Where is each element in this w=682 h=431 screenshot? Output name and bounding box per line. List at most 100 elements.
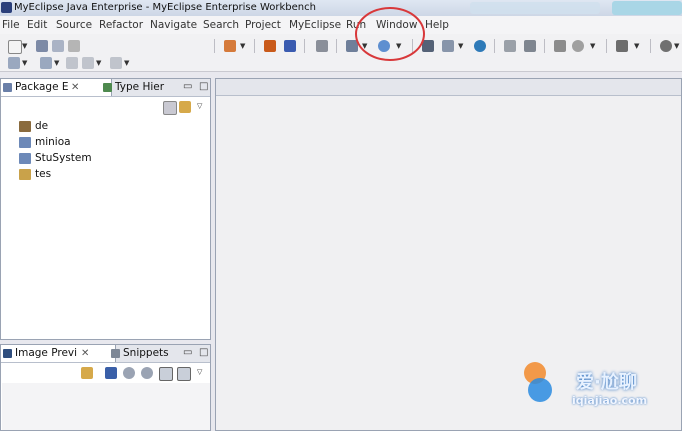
search-web-icon[interactable] (572, 40, 584, 52)
tab-label: Package E (15, 81, 69, 93)
type-hierarchy-icon (103, 83, 112, 92)
tree-item[interactable]: tes (19, 168, 51, 182)
toolbar-separator (254, 39, 255, 53)
menu-myeclipse[interactable]: MyEclipse (289, 19, 341, 31)
image-icon[interactable] (105, 367, 117, 379)
globe-icon[interactable] (474, 40, 486, 52)
forward-arrow-icon[interactable] (110, 57, 122, 69)
package-panel-tabbar: Package E ✕ Type Hier ▭ □ (1, 79, 210, 97)
tree-item-label: tes (35, 168, 52, 180)
new-class-dropdown-icon[interactable]: ▼ (458, 42, 463, 50)
tree-item-label: de (35, 120, 49, 132)
save-icon[interactable] (36, 40, 48, 52)
menu-help[interactable]: Help (425, 19, 449, 31)
build-icon[interactable] (316, 40, 328, 52)
image-preview-content (2, 383, 210, 430)
title-bar: MyEclipse Java Enterprise - MyEclipse En… (0, 0, 682, 16)
minimize-icon[interactable]: ▭ (183, 81, 192, 92)
next-annotation-icon[interactable] (8, 57, 20, 69)
editor-tabbar (216, 79, 681, 96)
zoom-in-icon[interactable] (141, 367, 153, 379)
menu-source[interactable]: Source (56, 19, 92, 31)
close-icon[interactable]: ✕ (81, 345, 89, 362)
menu-file[interactable]: File (2, 19, 20, 31)
menu-edit[interactable]: Edit (27, 19, 47, 31)
tree-item[interactable]: minioa (19, 136, 71, 150)
open-task-icon[interactable] (524, 40, 536, 52)
search-icon[interactable] (554, 40, 566, 52)
watermark-site: iqiajiao.com (572, 394, 648, 407)
next-annotation-dropdown-icon[interactable]: ▼ (22, 59, 27, 67)
view-menu-icon[interactable]: ▽ (197, 102, 202, 110)
prev-annotation-icon[interactable] (40, 57, 52, 69)
watermark: 爱·尬聊 iqiajiao.com (520, 352, 682, 431)
myeclipse-app-icon (1, 2, 12, 13)
link-editor-icon[interactable] (179, 101, 191, 113)
minimize-icon[interactable]: ▭ (183, 347, 192, 358)
new-class-icon[interactable] (442, 40, 454, 52)
snippets-icon (111, 349, 120, 358)
collapse-all-icon[interactable] (163, 101, 177, 115)
search-dropdown-icon[interactable]: ▼ (590, 42, 595, 50)
toolbar-separator (494, 39, 495, 53)
tab-type-hierarchy[interactable]: Type Hier (101, 79, 185, 96)
menu-project[interactable]: Project (245, 19, 281, 31)
menu-search[interactable]: Search (203, 19, 239, 31)
toolbar-separator (544, 39, 545, 53)
watermark-bird-icon (528, 378, 552, 402)
tree-item[interactable]: StuSystem (19, 152, 92, 166)
open-type-icon[interactable] (504, 40, 516, 52)
open-perspective-icon[interactable] (616, 40, 628, 52)
save-all-icon[interactable] (52, 40, 64, 52)
fit-icon[interactable] (177, 367, 191, 381)
toolbar-separator (214, 39, 215, 53)
new-project-icon[interactable] (422, 40, 434, 52)
image-panel-tabbar: Image Previ ✕ Snippets ▭ □ (1, 345, 210, 363)
toolbar-separator (650, 39, 651, 53)
link-icon[interactable] (81, 367, 93, 379)
highlight-circle (355, 7, 425, 61)
perspective-dropdown-icon[interactable]: ▼ (634, 42, 639, 50)
close-icon[interactable]: ✕ (71, 79, 79, 96)
package-explorer-panel: Package E ✕ Type Hier ▭ □ ▽ de minioa St… (0, 78, 211, 340)
maximize-icon[interactable]: □ (199, 347, 208, 358)
tree-item[interactable]: de (19, 120, 48, 134)
maximize-icon[interactable]: □ (199, 81, 208, 92)
db-icon[interactable] (284, 40, 296, 52)
menu-refactor[interactable]: Refactor (99, 19, 143, 31)
prev-annotation-dropdown-icon[interactable]: ▼ (54, 59, 59, 67)
menu-navigate[interactable]: Navigate (150, 19, 197, 31)
forward-dropdown-icon[interactable]: ▼ (124, 59, 129, 67)
folder-icon (19, 136, 31, 148)
folder-icon (19, 152, 31, 164)
tab-package-explorer[interactable]: Package E ✕ (1, 79, 112, 96)
image-preview-panel: Image Previ ✕ Snippets ▭ □ ▽ (0, 344, 211, 431)
print-icon[interactable] (68, 40, 80, 52)
new-dropdown-icon[interactable]: ▼ (22, 42, 27, 50)
gear-icon[interactable] (660, 40, 672, 52)
blurred-tab-area (470, 2, 600, 14)
deploy-dropdown-icon[interactable]: ▼ (240, 42, 245, 50)
tab-label: Type Hier (115, 81, 165, 93)
tab-snippets[interactable]: Snippets (109, 345, 185, 362)
tab-label: Image Previ (15, 347, 78, 359)
last-edit-icon[interactable] (66, 57, 78, 69)
back-arrow-icon[interactable] (82, 57, 94, 69)
tab-image-preview[interactable]: Image Previ ✕ (1, 345, 116, 362)
zoom-out-icon[interactable] (123, 367, 135, 379)
package-explorer-icon (3, 83, 12, 92)
server-icon[interactable] (264, 40, 276, 52)
window-title: MyEclipse Java Enterprise - MyEclipse En… (14, 2, 316, 13)
view-menu-icon[interactable]: ▽ (197, 368, 202, 376)
actual-size-icon[interactable] (159, 367, 173, 381)
tab-label: Snippets (123, 347, 169, 359)
toolbar-separator (304, 39, 305, 53)
menu-bar: File Edit Source Refactor Navigate Searc… (0, 16, 682, 34)
new-icon[interactable] (8, 40, 22, 54)
deploy-icon[interactable] (224, 40, 236, 52)
back-dropdown-icon[interactable]: ▼ (96, 59, 101, 67)
gear-dropdown-icon[interactable]: ▼ (674, 42, 679, 50)
tree-item-label: minioa (35, 136, 71, 148)
toolbar-separator (606, 39, 607, 53)
toolbar-separator (336, 39, 337, 53)
